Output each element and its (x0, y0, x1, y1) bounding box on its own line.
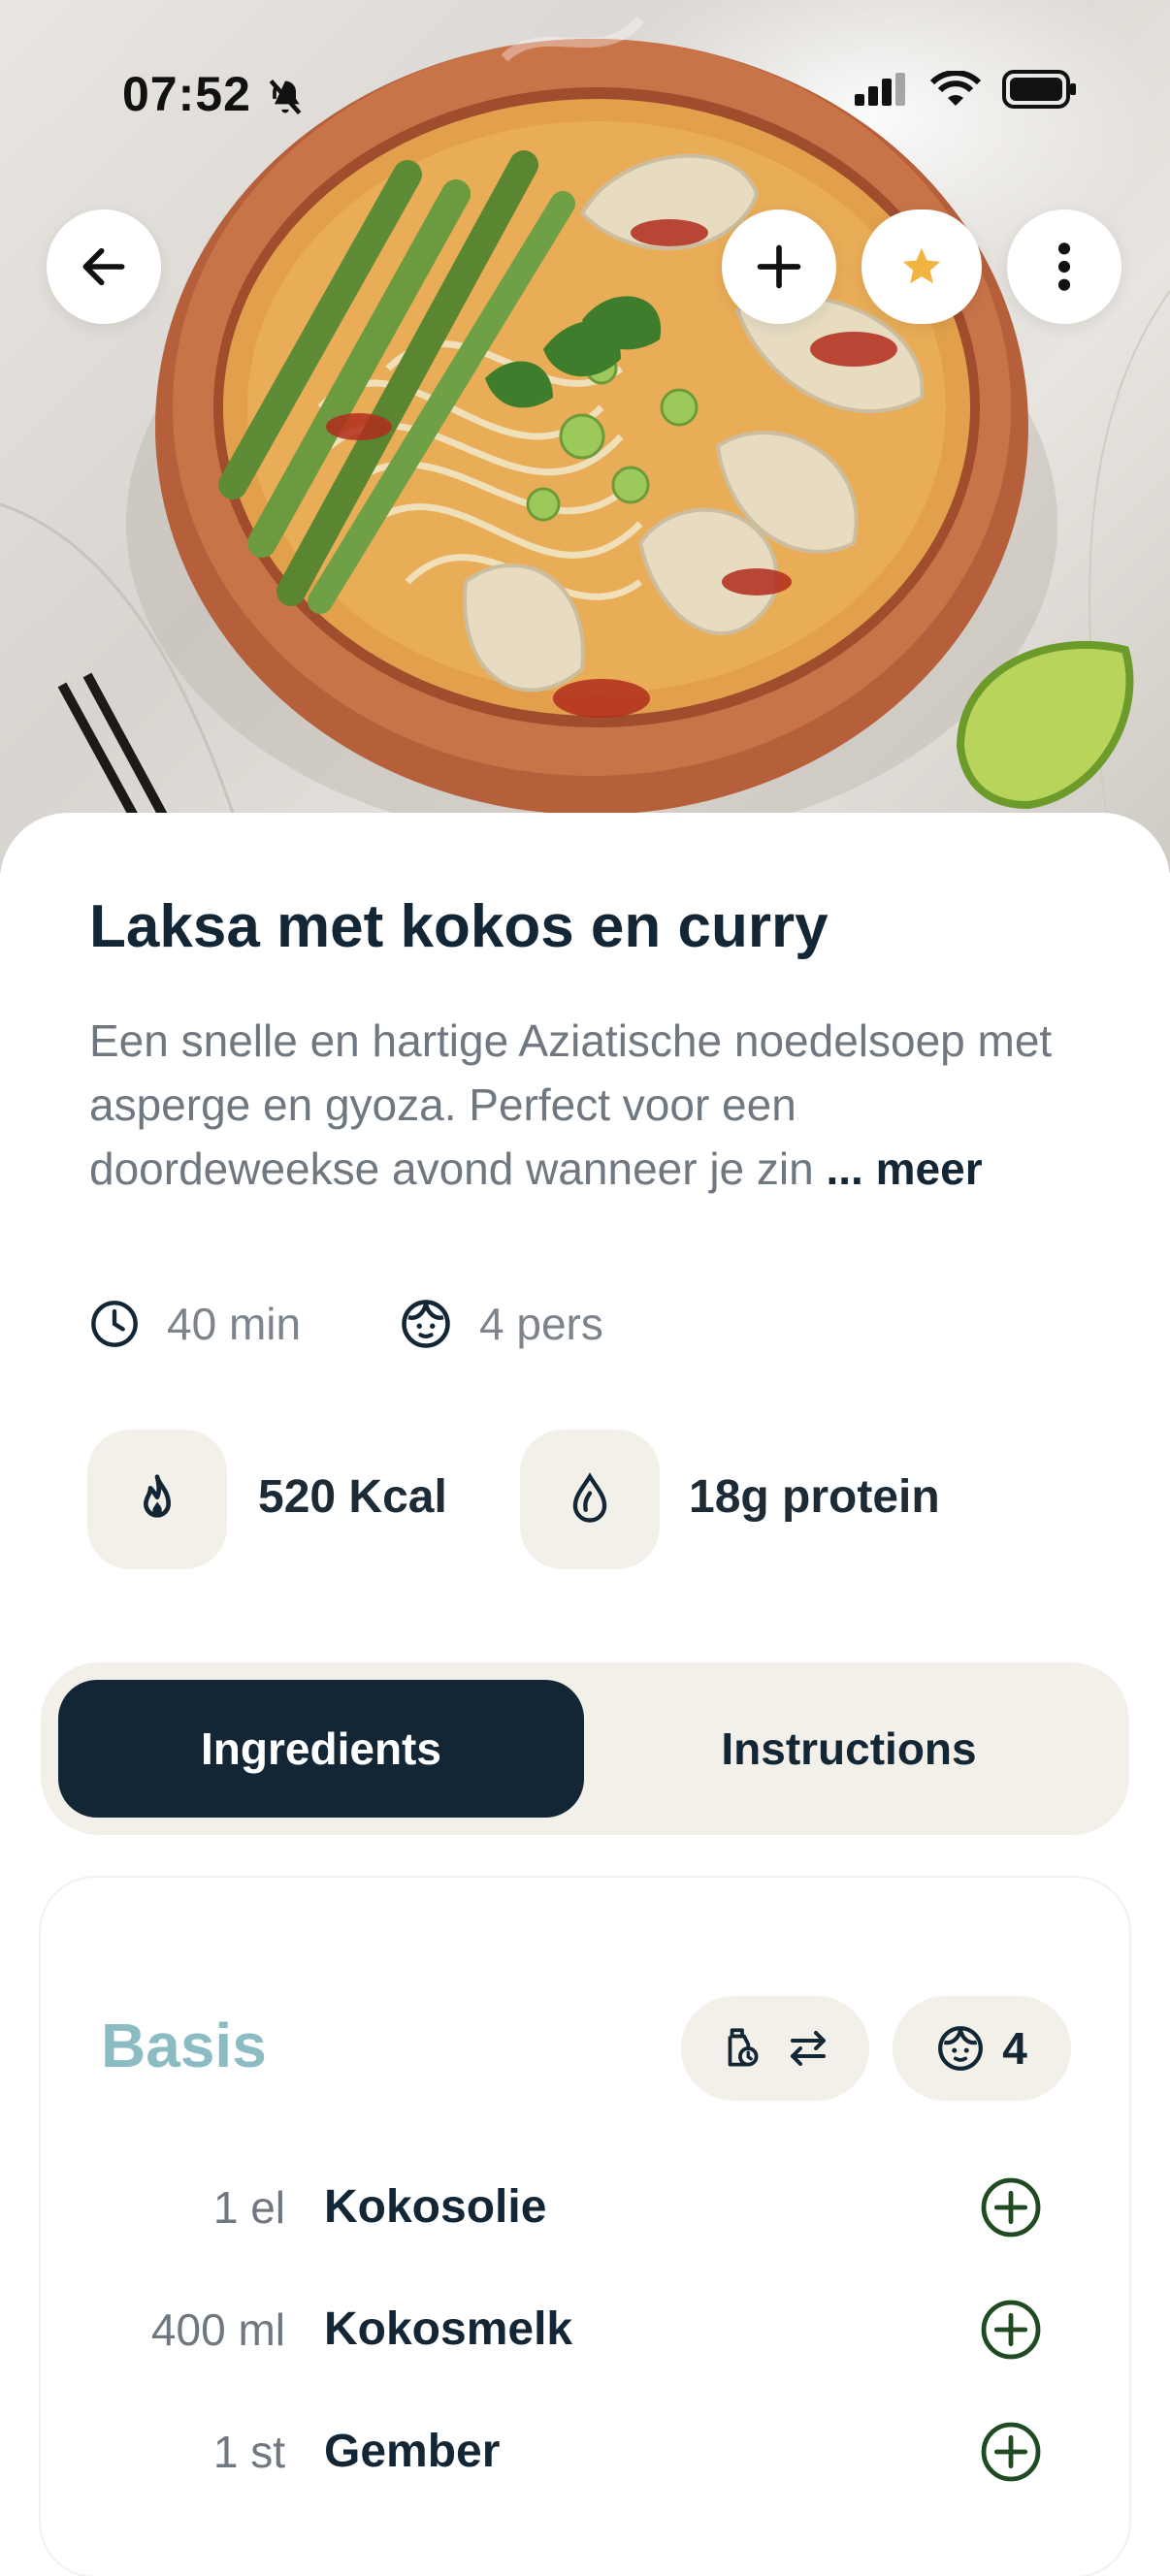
battery-icon (1002, 70, 1076, 109)
calories-badge (87, 1430, 227, 1569)
star-icon (902, 247, 941, 284)
status-time: 07:52 (122, 67, 251, 121)
more-vertical-icon (1057, 242, 1071, 291)
flame-icon (144, 1474, 172, 1518)
ingredient-quantity: 400 ml (150, 2304, 285, 2355)
plus-icon (757, 244, 801, 289)
ingredient-quantity: 1 el (212, 2182, 285, 2233)
recipe-description: Een snelle en hartige Aziatische noedels… (89, 1009, 1098, 1201)
tab-ingredients[interactable]: Ingredients (58, 1680, 584, 1818)
ingredient-row: 1 st Gember (0, 2403, 1170, 2500)
recipe-tabs: Ingredients Instructions (41, 1662, 1129, 1835)
more-options-button[interactable] (1007, 209, 1121, 324)
bell-slash-icon (269, 79, 302, 115)
ingredient-name: Gember (324, 2426, 501, 2477)
add-circle-icon[interactable] (980, 2176, 1042, 2238)
face-icon (938, 2026, 984, 2071)
back-button[interactable] (47, 209, 161, 324)
protein-label: 18g protein (689, 1471, 940, 1523)
servings-adjuster[interactable]: 4 (893, 1996, 1071, 2101)
ingredient-quantity: 1 st (212, 2427, 285, 2477)
arrow-left-icon (82, 247, 125, 286)
drop-icon (572, 1472, 607, 1523)
tab-instructions[interactable]: Instructions (586, 1680, 1112, 1818)
convert-units-button[interactable] (681, 1996, 869, 2101)
servings-count: 4 (1002, 2023, 1027, 2074)
more-link[interactable]: ... meer (827, 1143, 983, 1194)
recipe-hero-image (0, 0, 1170, 873)
ingredient-row: 1 el Kokosolie (0, 2159, 1170, 2256)
scale-convert-icon (728, 2028, 759, 2067)
ingredient-row: 400 ml Kokosmelk (0, 2281, 1170, 2378)
cook-time: 40 min (89, 1298, 301, 1350)
section-title: Basis (101, 2011, 267, 2080)
add-circle-icon[interactable] (980, 2421, 1042, 2483)
ingredient-name: Kokosmelk (324, 2303, 573, 2355)
signal-icon (855, 73, 905, 106)
cook-time-label: 40 min (167, 1299, 302, 1349)
wifi-icon (930, 71, 981, 106)
swap-arrows-icon (791, 2031, 826, 2066)
add-button[interactable] (722, 209, 836, 324)
servings-label: 4 pers (479, 1299, 603, 1349)
ingredient-name: Kokosolie (324, 2181, 547, 2233)
status-icons (855, 70, 1078, 109)
favorite-button[interactable] (861, 209, 982, 324)
clock-icon (91, 1301, 138, 1347)
face-icon (402, 1300, 450, 1348)
calories-label: 520 Kcal (258, 1471, 447, 1523)
protein-badge (520, 1430, 660, 1569)
add-circle-icon[interactable] (980, 2299, 1042, 2361)
laksa-bowl-illustration (0, 16, 1170, 873)
recipe-title: Laksa met kokos en curry (89, 893, 829, 960)
servings: 4 pers (400, 1298, 603, 1350)
